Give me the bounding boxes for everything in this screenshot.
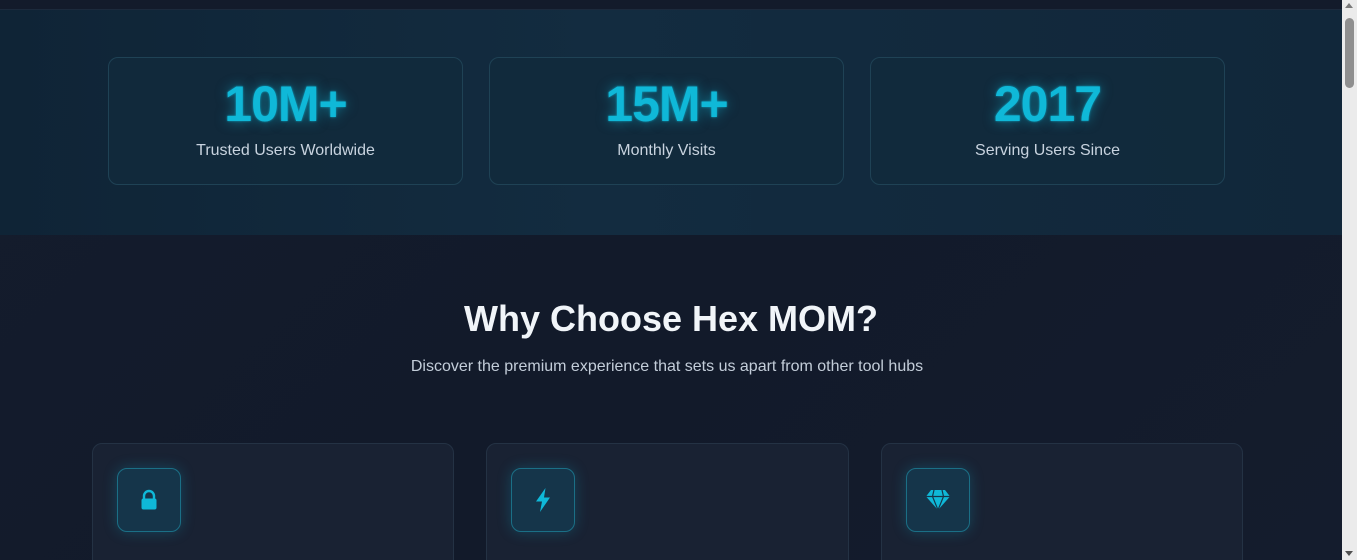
vertical-scrollbar[interactable]	[1342, 0, 1357, 560]
section-title: Why Choose Hex MOM?	[463, 298, 879, 339]
gem-icon	[926, 489, 950, 511]
feature-card-security	[92, 443, 454, 560]
section-subtitle: Discover the premium experience that set…	[410, 358, 924, 375]
scrollbar-thumb[interactable]	[1345, 18, 1354, 88]
stat-value: 15M+	[605, 76, 728, 132]
stat-value: 10M+	[224, 76, 347, 132]
feature-icon-box	[117, 468, 181, 532]
stat-card-visits: 15M+ Monthly Visits	[489, 57, 844, 185]
lock-icon	[141, 489, 157, 510]
stat-label: Serving Users Since	[975, 142, 1120, 159]
stat-label: Trusted Users Worldwide	[196, 142, 375, 159]
lightning-icon	[536, 488, 550, 512]
page: 10M+ Trusted Users Worldwide 15M+ Monthl…	[0, 0, 1342, 560]
scroll-up-arrow-icon[interactable]	[1345, 3, 1353, 8]
feature-icon-box	[511, 468, 575, 532]
scroll-down-arrow-icon[interactable]	[1345, 551, 1353, 556]
feature-icon-box	[906, 468, 970, 532]
stat-label: Monthly Visits	[617, 142, 716, 159]
feature-card-premium	[881, 443, 1243, 560]
stat-card-since: 2017 Serving Users Since	[870, 57, 1225, 185]
stats-section: 10M+ Trusted Users Worldwide 15M+ Monthl…	[0, 10, 1342, 235]
stat-value: 2017	[993, 76, 1102, 132]
stat-card-users: 10M+ Trusted Users Worldwide	[108, 57, 463, 185]
header-edge	[0, 0, 1342, 10]
feature-card-speed	[486, 443, 849, 560]
